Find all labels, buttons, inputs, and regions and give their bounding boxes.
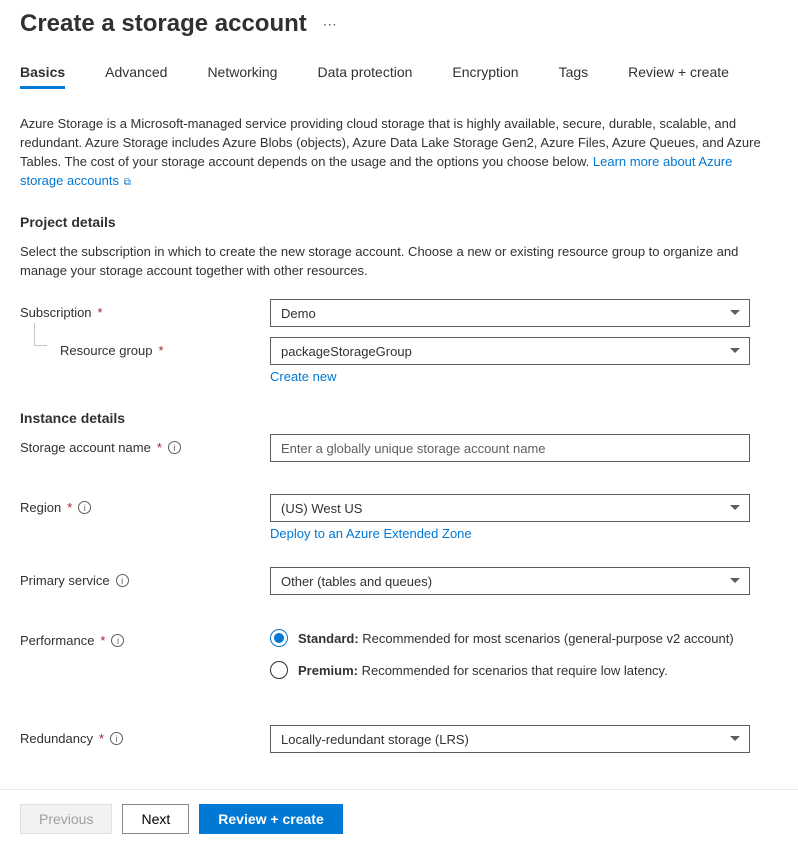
info-icon[interactable]: i: [116, 574, 129, 587]
radio-icon: [270, 629, 288, 647]
storage-account-name-input[interactable]: [270, 434, 750, 462]
storage-account-name-label: Storage account name * i: [20, 434, 270, 455]
tab-basics[interactable]: Basics: [20, 64, 65, 89]
performance-premium-radio[interactable]: Premium: Recommended for scenarios that …: [270, 661, 750, 679]
project-details-desc: Select the subscription in which to crea…: [20, 243, 778, 281]
previous-button: Previous: [20, 804, 112, 834]
create-new-rg-link[interactable]: Create new: [270, 369, 336, 384]
tab-tags[interactable]: Tags: [559, 64, 589, 89]
region-select[interactable]: (US) West US: [270, 494, 750, 522]
subscription-label: Subscription *: [20, 299, 270, 320]
primary-service-label: Primary service i: [20, 567, 270, 588]
tab-data-protection[interactable]: Data protection: [317, 64, 412, 89]
performance-standard-radio[interactable]: Standard: Recommended for most scenarios…: [270, 629, 750, 647]
deploy-extended-zone-link[interactable]: Deploy to an Azure Extended Zone: [270, 526, 472, 541]
redundancy-label: Redundancy * i: [20, 725, 270, 746]
intro-paragraph: Azure Storage is a Microsoft-managed ser…: [20, 115, 778, 190]
next-button[interactable]: Next: [122, 804, 189, 834]
performance-radio-group: Standard: Recommended for most scenarios…: [270, 627, 750, 693]
tab-encryption[interactable]: Encryption: [452, 64, 518, 89]
info-icon[interactable]: i: [111, 634, 124, 647]
redundancy-select[interactable]: Locally-redundant storage (LRS): [270, 725, 750, 753]
region-label: Region * i: [20, 494, 270, 515]
project-details-heading: Project details: [20, 214, 778, 230]
instance-details-heading: Instance details: [20, 410, 778, 426]
performance-label: Performance * i: [20, 627, 270, 648]
radio-icon: [270, 661, 288, 679]
external-link-icon: ⧉: [119, 177, 131, 188]
review-create-button[interactable]: Review + create: [199, 804, 342, 834]
tab-advanced[interactable]: Advanced: [105, 64, 167, 89]
subscription-select[interactable]: Demo: [270, 299, 750, 327]
page-title-row: Create a storage account ⋯: [20, 10, 778, 38]
resource-group-label: Resource group *: [20, 337, 270, 358]
info-icon[interactable]: i: [168, 441, 181, 454]
info-icon[interactable]: i: [110, 732, 123, 745]
tab-review-create[interactable]: Review + create: [628, 64, 729, 89]
wizard-footer: Previous Next Review + create: [0, 789, 798, 848]
tabs-bar: Basics Advanced Networking Data protecti…: [20, 64, 778, 89]
more-actions-icon[interactable]: ⋯: [323, 16, 339, 33]
info-icon[interactable]: i: [78, 501, 91, 514]
tab-networking[interactable]: Networking: [207, 64, 277, 89]
primary-service-select[interactable]: Other (tables and queues): [270, 567, 750, 595]
page-title: Create a storage account: [20, 10, 307, 38]
resource-group-select[interactable]: packageStorageGroup: [270, 337, 750, 365]
